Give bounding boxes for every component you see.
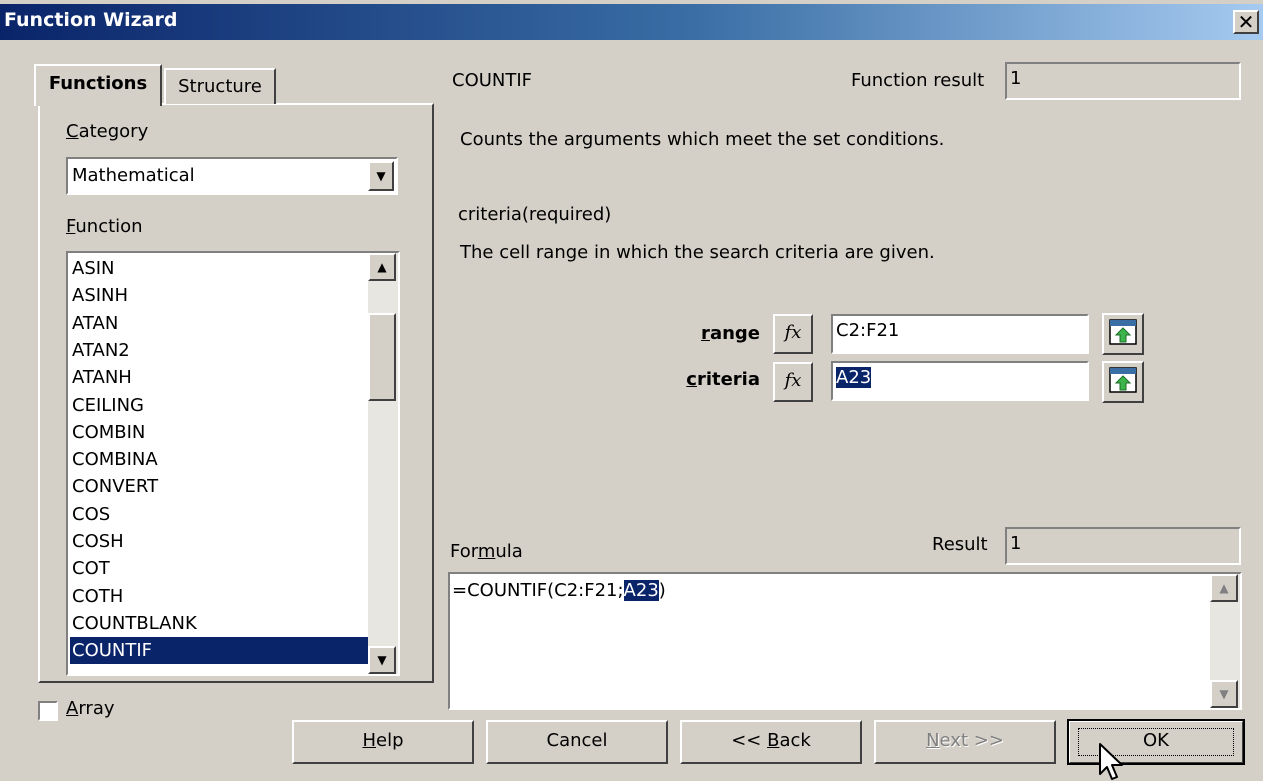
function-list-item[interactable]: COUNTIF [70,637,368,665]
category-value: Mathematical [72,165,195,186]
chevron-down-icon: ▼ [1219,687,1229,701]
criteria-value: A23 [836,367,872,388]
result-label: Result [932,534,988,555]
criteria-shrink-button[interactable] [1102,361,1144,403]
function-list-scrollbar[interactable]: ▲ ▼ [368,253,398,674]
category-label: Category [66,121,149,142]
function-name: COUNTIF [452,70,533,91]
range-fx-button[interactable]: fx [773,314,813,354]
tab-functions-label: Functions [48,73,148,94]
function-list-item[interactable]: COTH [70,583,368,610]
function-list-item[interactable]: COS [70,501,368,528]
help-button[interactable]: Help [292,720,474,764]
shrink-icon [1109,319,1137,345]
criteria-label: criteria [686,369,760,390]
ok-button[interactable]: OK [1067,719,1245,765]
formula-editor[interactable]: =COUNTIF(C2:F21;A23) ▲ ▼ [448,572,1242,710]
array-label[interactable]: Array [66,698,115,719]
category-dropdown-button[interactable]: ▼ [368,161,394,191]
back-button[interactable]: << Back [680,720,862,764]
scroll-thumb[interactable] [368,313,396,401]
formula-scroll-down-button[interactable]: ▼ [1210,680,1238,708]
function-list-item[interactable]: COT [70,555,368,582]
function-list[interactable]: COUNTIF COUNTBLANK COTH COT COSH COS CONVERT CO… [66,251,400,676]
function-list-item[interactable]: CEILING [70,392,368,419]
scroll-up-button[interactable]: ▲ [368,253,396,281]
function-result-label: Function result [851,70,985,91]
mouse-cursor-icon [1099,743,1123,780]
tab-structure-label: Structure [178,76,262,97]
function-list-item[interactable]: CONVERT [70,473,368,500]
function-list-item[interactable]: ATAN [70,310,368,337]
next-button[interactable]: Next >> [874,720,1056,764]
function-description: Counts the arguments which meet the set … [460,129,945,150]
function-fx-icon: fx [784,322,802,343]
function-list-item[interactable]: ATANH [70,364,368,391]
function-list-item[interactable]: COUNTBLANK [70,610,368,637]
shrink-icon [1109,367,1137,393]
range-label: range [701,323,760,344]
argument-title: criteria(required) [458,204,612,225]
chevron-down-icon: ▼ [377,653,387,667]
category-dropdown[interactable]: Mathematical ▼ [66,157,398,195]
cancel-button[interactable]: Cancel [486,720,668,764]
result-value: 1 [1010,533,1022,554]
array-checkbox[interactable] [38,701,58,721]
close-button[interactable]: ✕ [1233,10,1259,34]
function-fx-icon: fx [784,370,802,391]
function-list-item[interactable]: ATAN2 [70,337,368,364]
function-list-item[interactable]: ASIN [70,255,368,282]
function-label: Function [66,216,143,237]
result-field: 1 [1005,527,1241,565]
chevron-down-icon: ▼ [376,169,386,183]
tab-functions[interactable]: Functions [34,64,162,106]
chevron-up-icon: ▲ [377,260,387,274]
function-result-field: 1 [1005,62,1241,100]
argument-description: The cell range in which the search crite… [460,242,935,263]
range-value: C2:F21 [836,320,900,341]
scroll-down-button[interactable]: ▼ [368,646,396,674]
formula-label: Formula [450,541,523,562]
close-icon: ✕ [1237,10,1255,34]
criteria-input[interactable]: A23 [831,361,1089,401]
formula-scroll-up-button[interactable]: ▲ [1210,574,1238,602]
criteria-fx-button[interactable]: fx [773,362,813,402]
range-input[interactable]: C2:F21 [831,314,1089,354]
chevron-up-icon: ▲ [1219,581,1229,595]
title-bar[interactable]: Function Wizard [0,4,1263,40]
tab-structure[interactable]: Structure [164,68,276,104]
function-list-item[interactable]: COMBIN [70,419,368,446]
function-result-value: 1 [1010,68,1022,89]
function-list-item[interactable]: COMBINA [70,446,368,473]
function-list-item[interactable]: ASINH [70,282,368,309]
formula-text: =COUNTIF(C2:F21;A23) [452,580,666,601]
formula-scrollbar[interactable]: ▲ ▼ [1210,574,1240,708]
range-shrink-button[interactable] [1102,313,1144,355]
window-title: Function Wizard [4,9,178,31]
function-list-item[interactable]: COSH [70,528,368,555]
